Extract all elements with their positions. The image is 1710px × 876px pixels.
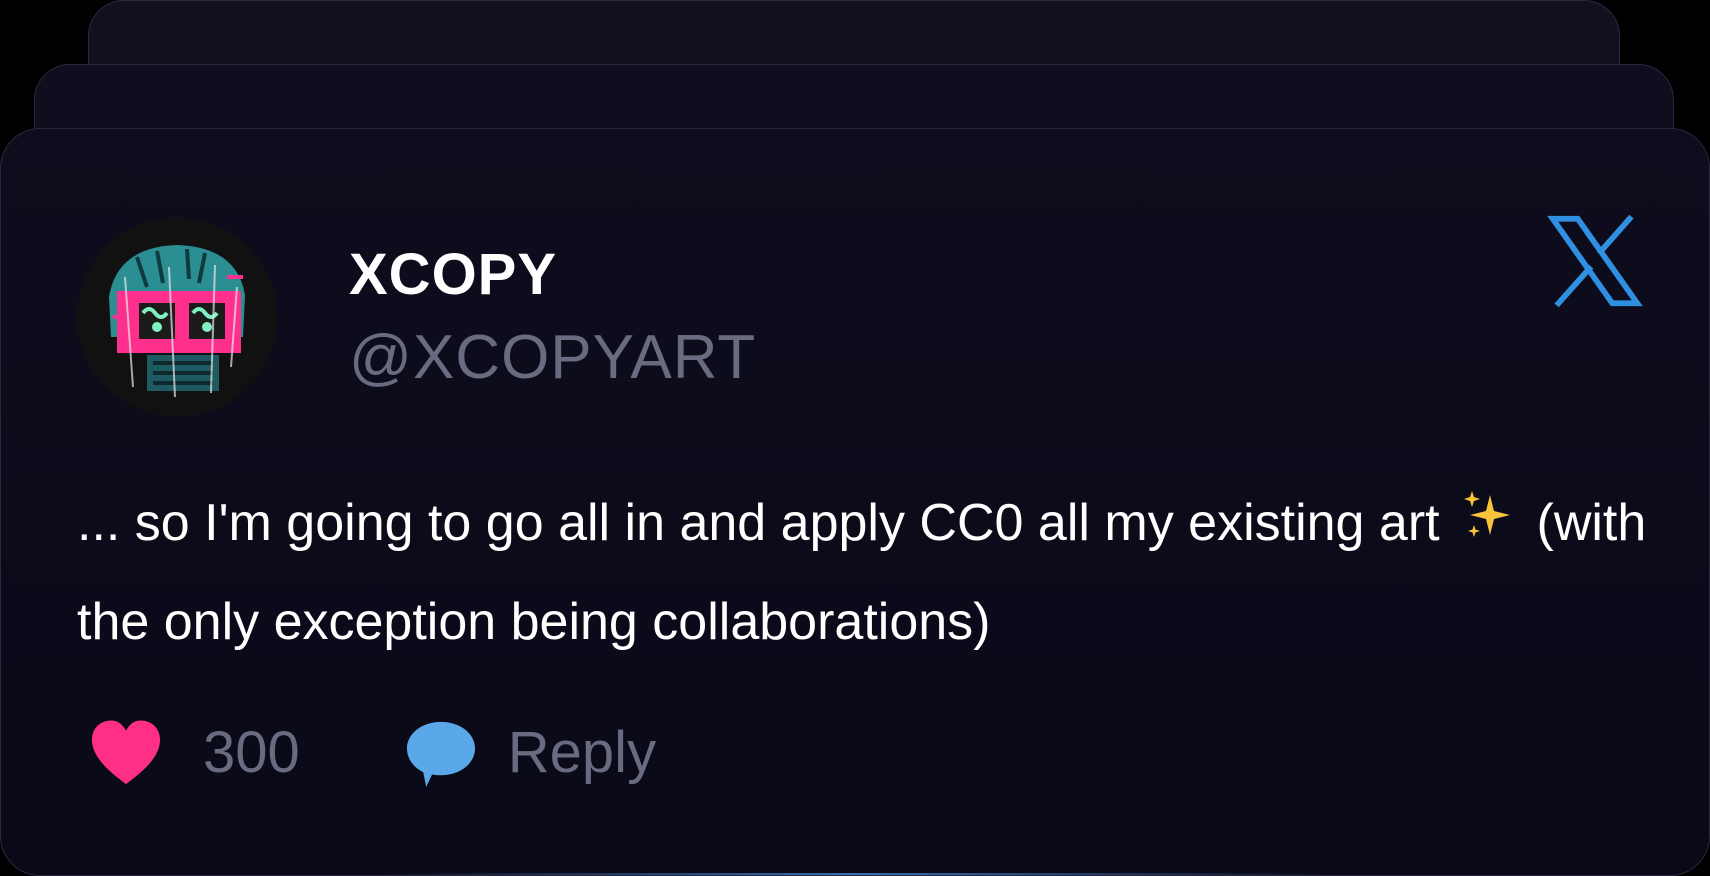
author-info: XCOPY @XCOPYART (349, 241, 756, 393)
sparkles-icon (1460, 478, 1516, 574)
avatar-art-icon (77, 217, 277, 417)
avatar[interactable] (77, 217, 277, 417)
tweet-text: ... so I'm going to go all in and apply … (77, 475, 1657, 670)
reply-button[interactable]: Reply (404, 716, 656, 790)
like-count: 300 (203, 720, 300, 785)
speech-bubble-icon (406, 721, 475, 788)
heart-icon (91, 720, 161, 785)
tweet-card: XCOPY @XCOPYART ... so I'm going to go a… (0, 128, 1710, 876)
like-button[interactable]: 300 (89, 716, 300, 790)
author-handle[interactable]: @XCOPYART (349, 323, 756, 393)
tweet-actions: 300 Reply (89, 713, 656, 793)
x-logo-icon[interactable] (1547, 213, 1643, 309)
reply-label: Reply (507, 720, 657, 785)
tweet-text-part-1: ... so I'm going to go all in and apply … (77, 494, 1440, 552)
author-display-name[interactable]: XCOPY (349, 241, 756, 309)
